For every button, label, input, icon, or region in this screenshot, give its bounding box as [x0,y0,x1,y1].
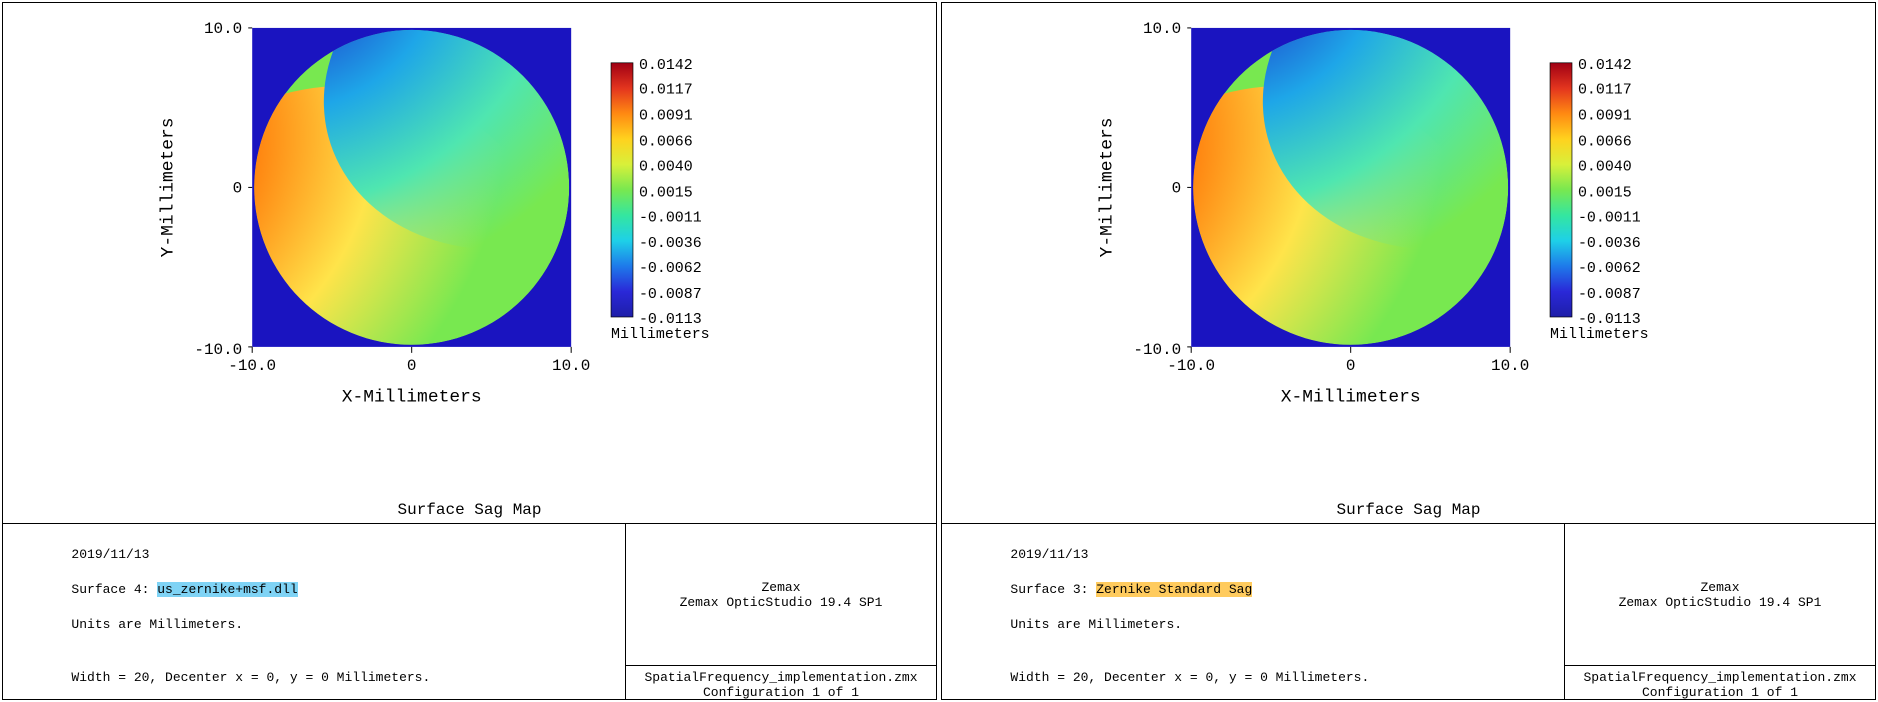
ytick-pos: 10.0 [1143,20,1181,38]
plot-title-left: Surface Sag Map [3,501,936,523]
x-axis-label: X-Millimeters [342,388,482,408]
info-app: Zemax Zemax OpticStudio 19.4 SP1 [1565,524,1875,664]
cb-val-1: 0.0117 [1578,83,1632,99]
app-version: Zemax OpticStudio 19.4 SP1 [680,595,883,610]
ytick-pos: 10.0 [204,20,242,38]
info-file: SpatialFrequency_implementation.zmx Conf… [1565,665,1875,700]
plot-left: 10.0 0 -10.0 -10.0 0 10.0 Y-Millimeters [3,3,936,501]
cb-val-1: 0.0117 [639,83,693,99]
app-name: Zemax [761,580,800,595]
info-file: SpatialFrequency_implementation.zmx Conf… [626,665,936,700]
cb-val-8: -0.0062 [1578,261,1641,277]
cb-val-10: -0.0113 [1578,312,1641,328]
cb-val-5: 0.0015 [639,185,693,201]
info-surface-prefix: Surface 4: [71,582,157,597]
app-version: Zemax OpticStudio 19.4 SP1 [1619,595,1822,610]
cb-val-3: 0.0066 [639,135,693,151]
cb-val-7: -0.0036 [639,236,702,252]
page: 10.0 0 -10.0 -10.0 0 10.0 Y-Millimeters [0,0,1878,702]
cb-val-5: 0.0015 [1578,185,1632,201]
plot-right: 10.0 0 -10.0 -10.0 0 10.0 Y-Millimeters … [942,3,1875,501]
info-units: Units are Millimeters. [71,617,243,632]
x-axis-label: X-Millimeters [1281,388,1421,408]
ytick-mid: 0 [233,179,243,197]
cb-val-8: -0.0062 [639,261,702,277]
cb-val-2: 0.0091 [1578,109,1632,125]
cb-val-0: 0.0142 [1578,58,1632,74]
cb-val-7: -0.0036 [1578,236,1641,252]
cb-val-9: -0.0087 [1578,287,1641,303]
xtick-pos: 10.0 [552,357,590,375]
info-width: Width = 20, Decenter x = 0, y = 0 Millim… [1010,670,1369,685]
app-name: Zemax [1700,580,1739,595]
xtick-neg: -10.0 [1167,357,1215,375]
info-date: 2019/11/13 [71,547,149,562]
info-date: 2019/11/13 [1010,547,1088,562]
info-right: Zemax Zemax OpticStudio 19.4 SP1 Spatial… [625,524,936,700]
info-width: Width = 20, Decenter x = 0, y = 0 Millim… [71,670,430,685]
y-axis-label: Y-Millimeters [158,117,178,257]
y-axis-label: Y-Millimeters [1097,117,1117,257]
info-table-left: 2019/11/13 Surface 4: us_zernike+msf.dll… [3,523,936,700]
xtick-mid: 0 [1346,357,1356,375]
cb-val-10: -0.0113 [639,312,702,328]
info-left: 2019/11/13 Surface 4: us_zernike+msf.dll… [3,524,625,700]
cb-val-6: -0.0011 [1578,210,1641,226]
file-name: SpatialFrequency_implementation.zmx [644,670,917,685]
plot-panel-right: 10.0 0 -10.0 -10.0 0 10.0 Y-Millimeters … [941,2,1876,700]
config: Configuration 1 of 1 [1642,685,1798,700]
info-surface-prefix: Surface 3: [1010,582,1096,597]
info-surface-name: Zernike Standard Sag [1096,582,1252,597]
cb-val-0: 0.0142 [639,58,693,74]
colorbar [1550,63,1572,317]
cb-val-4: 0.0040 [639,159,693,175]
colorbar [611,63,633,317]
colorbar-unit: Millimeters [611,327,710,343]
info-table-right: 2019/11/13 Surface 3: Zernike Standard S… [942,523,1875,700]
config: Configuration 1 of 1 [703,685,859,700]
plot-title-right: Surface Sag Map [942,501,1875,523]
plot-panel-left: 10.0 0 -10.0 -10.0 0 10.0 Y-Millimeters [2,2,937,700]
ytick-mid: 0 [1172,179,1182,197]
file-name: SpatialFrequency_implementation.zmx [1583,670,1856,685]
cb-val-3: 0.0066 [1578,135,1632,151]
info-units: Units are Millimeters. [1010,617,1182,632]
info-app: Zemax Zemax OpticStudio 19.4 SP1 [626,524,936,664]
info-surface-name: us_zernike+msf.dll [157,582,297,597]
cb-val-2: 0.0091 [639,109,693,125]
info-left: 2019/11/13 Surface 3: Zernike Standard S… [942,524,1564,700]
colorbar-unit: Millimeters [1550,327,1649,343]
xtick-pos: 10.0 [1491,357,1529,375]
cb-val-6: -0.0011 [639,210,702,226]
info-right: Zemax Zemax OpticStudio 19.4 SP1 Spatial… [1564,524,1875,700]
xtick-neg: -10.0 [228,357,276,375]
cb-val-9: -0.0087 [639,287,702,303]
cb-val-4: 0.0040 [1578,159,1632,175]
xtick-mid: 0 [407,357,417,375]
